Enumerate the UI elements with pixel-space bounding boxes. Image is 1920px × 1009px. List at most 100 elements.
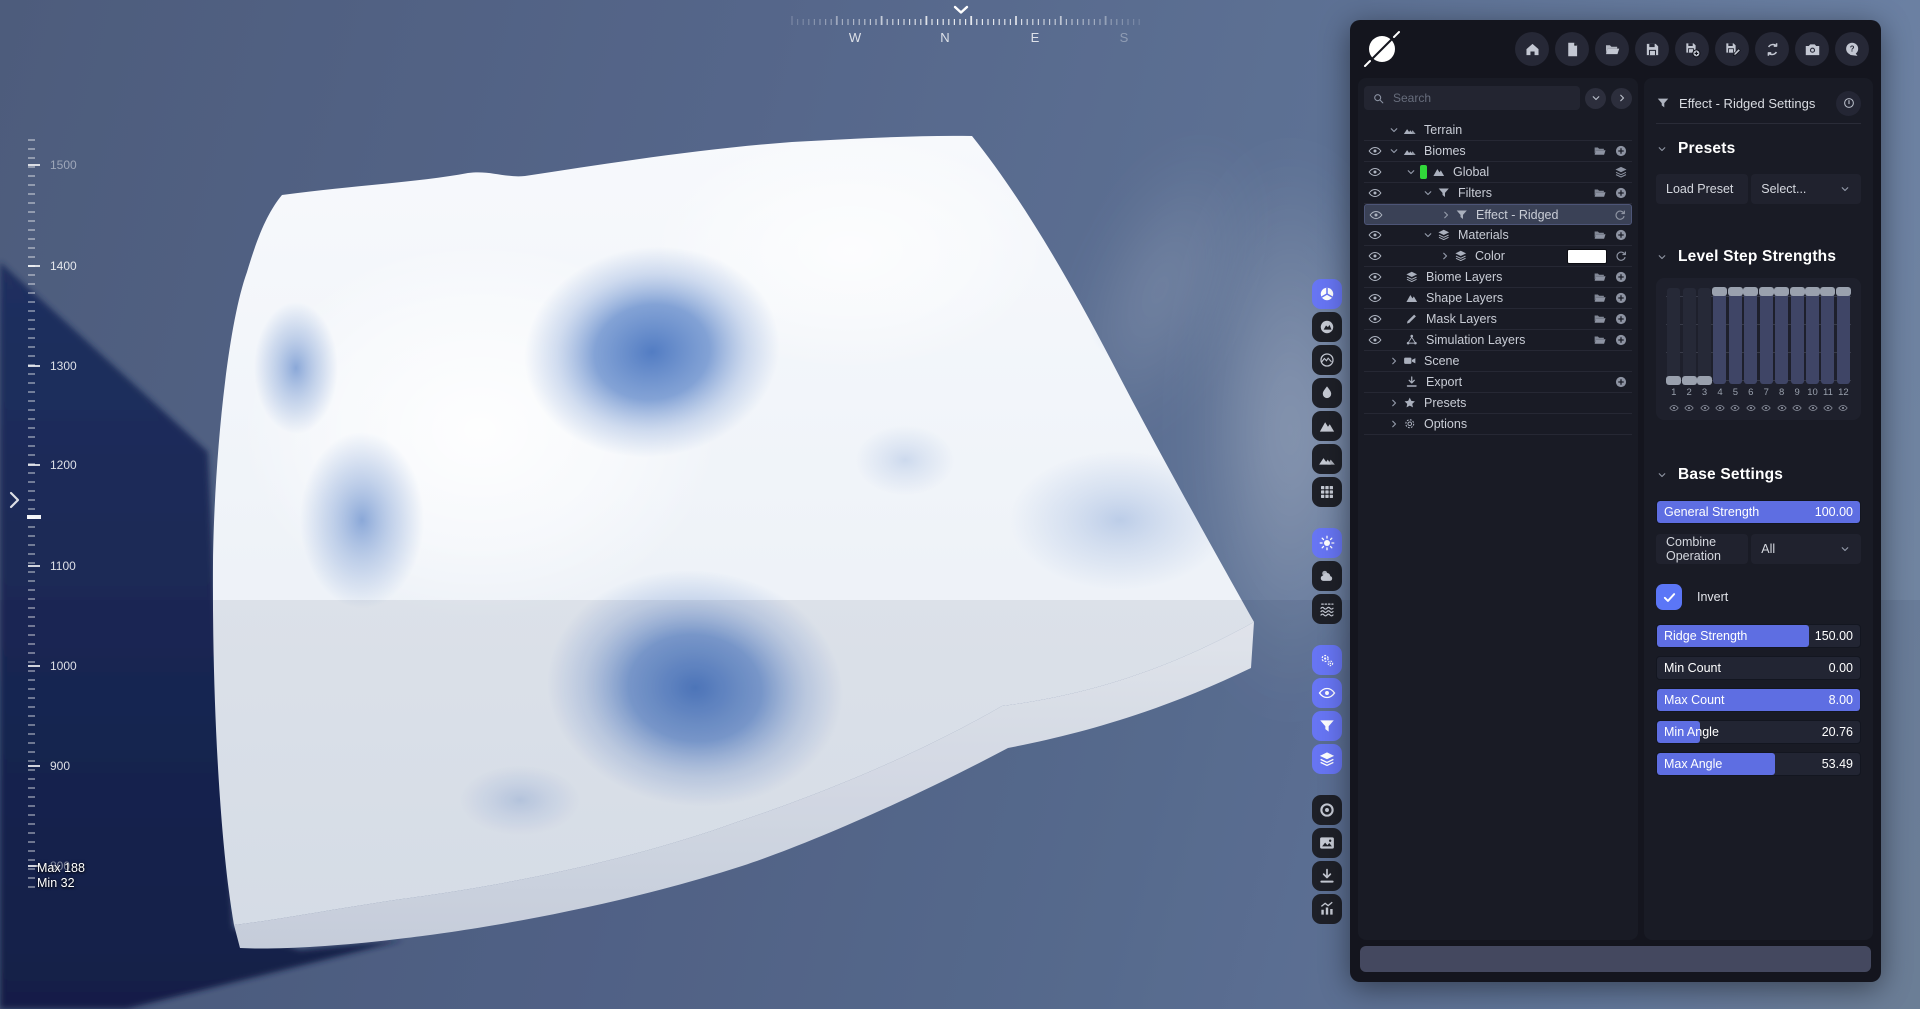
level-slider-handle[interactable]: [1790, 287, 1805, 296]
open-folder-button[interactable]: [1593, 228, 1607, 242]
tree-row-presets[interactable]: Presets: [1364, 393, 1632, 414]
compass[interactable]: WNES: [786, 4, 1146, 50]
help-button[interactable]: [1835, 32, 1869, 66]
layers-toggle-button[interactable]: [1312, 744, 1342, 774]
save-button[interactable]: [1635, 32, 1669, 66]
level-visibility-toggle[interactable]: [1761, 399, 1771, 417]
add-button[interactable]: [1614, 270, 1628, 284]
home-button[interactable]: [1515, 32, 1549, 66]
level-visibility-toggle[interactable]: [1792, 399, 1802, 417]
level-slider-track[interactable]: [1667, 288, 1680, 384]
collapse-all-button[interactable]: [1585, 88, 1606, 109]
level-slider-track[interactable]: [1821, 288, 1834, 384]
add-button[interactable]: [1614, 375, 1628, 389]
open-folder-button[interactable]: [1595, 32, 1629, 66]
add-button[interactable]: [1614, 333, 1628, 347]
add-layer-button[interactable]: [1614, 165, 1628, 179]
search-box[interactable]: [1364, 86, 1580, 110]
level-visibility-toggle[interactable]: [1715, 399, 1725, 417]
visibility-toggle[interactable]: [1368, 249, 1388, 263]
level-slider-track[interactable]: [1837, 288, 1850, 384]
level-slider-handle[interactable]: [1682, 376, 1697, 385]
record-button[interactable]: [1312, 795, 1342, 825]
visibility-toggle[interactable]: [1368, 228, 1388, 242]
tree-expander[interactable]: [1388, 418, 1403, 430]
tree-expander[interactable]: [1405, 166, 1420, 178]
ocean-button[interactable]: [1312, 594, 1342, 624]
tree-expander[interactable]: [1422, 187, 1437, 199]
max-angle-slider[interactable]: Max Angle53.49: [1656, 752, 1861, 776]
mountain-view-button[interactable]: [1312, 411, 1342, 441]
tree-row-filters[interactable]: Filters: [1364, 183, 1632, 204]
water-view-button[interactable]: [1312, 378, 1342, 408]
save-edit-button[interactable]: [1715, 32, 1749, 66]
tree-row-export[interactable]: Export: [1364, 372, 1632, 393]
shaded-view-button[interactable]: [1312, 279, 1342, 309]
tree-row-biomes[interactable]: Biomes: [1364, 141, 1632, 162]
tree-row-effect-ridged[interactable]: Effect - Ridged: [1364, 204, 1632, 225]
tree-row-shape-layers[interactable]: Shape Layers: [1364, 288, 1632, 309]
open-folder-button[interactable]: [1593, 186, 1607, 200]
level-steps-section-header[interactable]: Level Step Strengths: [1656, 248, 1861, 266]
level-slider-track[interactable]: [1698, 288, 1711, 384]
visibility-button[interactable]: [1312, 678, 1342, 708]
level-visibility-toggle[interactable]: [1669, 399, 1679, 417]
export-download-button[interactable]: [1312, 861, 1342, 891]
level-visibility-toggle[interactable]: [1746, 399, 1756, 417]
level-visibility-toggle[interactable]: [1808, 399, 1818, 417]
level-slider-track[interactable]: [1760, 288, 1773, 384]
rock-view-button[interactable]: [1312, 312, 1342, 342]
combine-operation-select[interactable]: All: [1751, 534, 1861, 564]
tree-row-mask-layers[interactable]: Mask Layers: [1364, 309, 1632, 330]
level-slider-handle[interactable]: [1697, 376, 1712, 385]
level-slider-handle[interactable]: [1805, 287, 1820, 296]
visibility-toggle[interactable]: [1368, 333, 1388, 347]
tree-row-materials[interactable]: Materials: [1364, 225, 1632, 246]
add-button[interactable]: [1614, 144, 1628, 158]
tree-row-color[interactable]: Color: [1364, 246, 1632, 267]
base-settings-section-header[interactable]: Base Settings: [1656, 466, 1861, 484]
enable-toggle-button[interactable]: [1836, 91, 1861, 116]
tree-expander[interactable]: [1440, 209, 1455, 221]
general-strength-slider[interactable]: General Strength 100.00: [1656, 500, 1861, 524]
visibility-toggle[interactable]: [1368, 312, 1388, 326]
visibility-toggle[interactable]: [1368, 291, 1388, 305]
add-button[interactable]: [1614, 228, 1628, 242]
level-slider-track[interactable]: [1744, 288, 1757, 384]
refresh-button[interactable]: [1614, 249, 1628, 263]
open-folder-button[interactable]: [1593, 333, 1607, 347]
search-input[interactable]: [1391, 90, 1572, 106]
max-count-slider[interactable]: Max Count8.00: [1656, 688, 1861, 712]
sync-button[interactable]: [1755, 32, 1789, 66]
level-slider-handle[interactable]: [1728, 287, 1743, 296]
tree-expander[interactable]: [1439, 250, 1454, 262]
visibility-toggle[interactable]: [1369, 208, 1389, 222]
level-slider-handle[interactable]: [1774, 287, 1789, 296]
grid-view-button[interactable]: [1312, 477, 1342, 507]
open-folder-button[interactable]: [1593, 144, 1607, 158]
left-panel-expand-button[interactable]: [8, 490, 22, 510]
clouds-button[interactable]: [1312, 561, 1342, 591]
auto-generate-button[interactable]: [1312, 645, 1342, 675]
level-slider-handle[interactable]: [1743, 287, 1758, 296]
visibility-toggle[interactable]: [1368, 144, 1388, 158]
open-folder-button[interactable]: [1593, 312, 1607, 326]
tree-expander[interactable]: [1388, 145, 1403, 157]
level-slider-handle[interactable]: [1836, 287, 1851, 296]
level-slider-handle[interactable]: [1712, 287, 1727, 296]
color-swatch[interactable]: [1567, 249, 1607, 264]
save-as-button[interactable]: [1675, 32, 1709, 66]
expand-all-button[interactable]: [1611, 88, 1632, 109]
add-button[interactable]: [1614, 186, 1628, 200]
features-view-button[interactable]: [1312, 444, 1342, 474]
level-slider-track[interactable]: [1713, 288, 1726, 384]
level-slider-track[interactable]: [1806, 288, 1819, 384]
level-slider-handle[interactable]: [1759, 287, 1774, 296]
open-folder-button[interactable]: [1593, 270, 1607, 284]
open-folder-button[interactable]: [1593, 291, 1607, 305]
level-slider-track[interactable]: [1775, 288, 1788, 384]
visibility-toggle[interactable]: [1368, 186, 1388, 200]
level-slider-handle[interactable]: [1820, 287, 1835, 296]
screenshot-button[interactable]: [1795, 32, 1829, 66]
invert-checkbox[interactable]: [1656, 584, 1682, 610]
